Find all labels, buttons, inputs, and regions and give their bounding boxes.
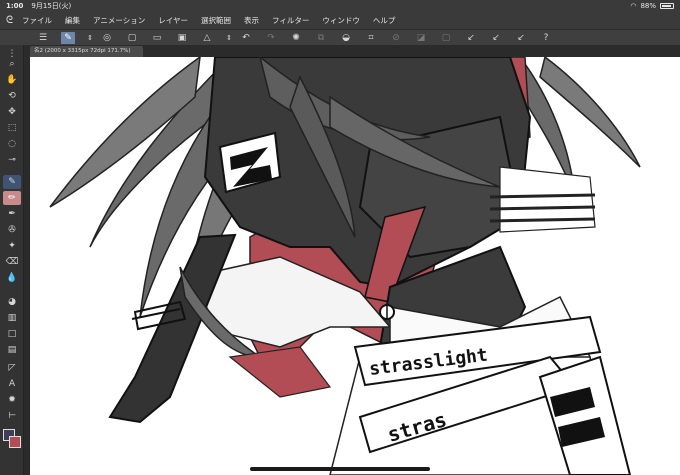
ipad-status-bar: 1:00 9月15日(火) ◠ 88%: [0, 0, 680, 12]
pen-tool-icon[interactable]: ✎: [3, 175, 21, 189]
help-icon[interactable]: ?: [539, 32, 553, 44]
pencil-tool-icon[interactable]: ✏: [3, 191, 21, 205]
menu-layer[interactable]: レイヤー: [158, 15, 188, 26]
text-tool-icon[interactable]: A: [3, 377, 21, 391]
new-file-icon[interactable]: ▢: [125, 32, 139, 44]
clip-studio-screen: 1:00 9月15日(火) ◠ 88% ᘓ ファイル 編集 アニメーション レイ…: [0, 0, 680, 475]
open-folder-icon[interactable]: ▭: [150, 32, 164, 44]
copy-icon[interactable]: ⧉: [314, 32, 328, 44]
transform-icon[interactable]: ⌗: [364, 32, 378, 44]
menu-filter[interactable]: フィルター: [272, 15, 309, 26]
view-mode-icon[interactable]: ◎: [100, 32, 114, 44]
loading-icon[interactable]: ✺: [289, 32, 303, 44]
move-tool-icon[interactable]: ✥: [3, 105, 21, 119]
drawing-canvas[interactable]: strasslight stras: [30, 57, 680, 475]
menu-window[interactable]: ウィンドウ: [322, 15, 360, 26]
selection-tool-icon[interactable]: ⬚: [3, 121, 21, 135]
menu-help[interactable]: ヘルプ: [373, 15, 396, 26]
clip-studio-logo-icon[interactable]: ᘓ: [6, 15, 22, 26]
hamburger-menu-icon[interactable]: ☰: [36, 32, 50, 44]
color-swatches[interactable]: [3, 429, 21, 449]
balloon-tool-icon[interactable]: ◸: [3, 361, 21, 375]
status-date: 9月15日(火): [31, 2, 72, 10]
home-indicator[interactable]: [250, 467, 430, 471]
battery-percent: 88%: [640, 2, 656, 10]
hand-tool-icon[interactable]: ✋: [3, 73, 21, 87]
gradient-tool-icon[interactable]: ▥: [3, 311, 21, 325]
airbrush-tool-icon[interactable]: ✇: [3, 223, 21, 237]
menu-selection[interactable]: 選択範囲: [201, 15, 231, 26]
zoom-tool-icon[interactable]: ⌕: [3, 57, 21, 71]
clear-selection-icon[interactable]: ⊘: [389, 32, 403, 44]
figure-tool-icon[interactable]: □: [3, 327, 21, 341]
fill-icon[interactable]: ◒: [339, 32, 353, 44]
tool-palette: ⋮ ⌕ ✋ ⟲ ✥ ⬚ ◌ ⊸ ✎ ✏ ✒ ✇ ✦ ⌫ 💧 ◕ ▥ □ ▤ ◸ …: [0, 45, 24, 475]
battery-icon: [660, 3, 674, 9]
fill-tool-icon[interactable]: ◕: [3, 295, 21, 309]
wifi-icon: ◠: [630, 2, 637, 10]
frame-tool-icon[interactable]: ▤: [3, 343, 21, 357]
undo-icon[interactable]: ↶: [239, 32, 253, 44]
command-bar: ☰ ✎ ⇕ ◎ ▢ ▭ ▣ △ ⇕ ↶ ↷ ✺ ⧉ ◒ ⌗ ⊘ ◪ ▢ ↙ ↙ …: [0, 29, 680, 45]
menu-file[interactable]: ファイル: [22, 15, 52, 26]
crop-icon[interactable]: ▢: [439, 32, 453, 44]
document-tab[interactable]: 名2 (2000 x 3315px 72dpi 171.7%): [30, 46, 143, 57]
correct-line-tool-icon[interactable]: ✹: [3, 393, 21, 407]
blend-tool-icon[interactable]: 💧: [3, 271, 21, 285]
stabilizer-pen-icon[interactable]: ↙: [514, 32, 528, 44]
status-time: 1:00: [6, 2, 24, 10]
edit-mode-icon[interactable]: ✎: [61, 31, 75, 44]
menu-edit[interactable]: 編集: [65, 15, 80, 26]
export-icon[interactable]: △: [200, 32, 214, 44]
invert-selection-icon[interactable]: ◪: [414, 32, 428, 44]
lasso-tool-icon[interactable]: ◌: [3, 137, 21, 151]
export-updown-icon[interactable]: ⇕: [225, 32, 233, 44]
menu-view[interactable]: 表示: [244, 15, 259, 26]
menu-bar: ᘓ ファイル 編集 アニメーション レイヤー 選択範囲 表示 フィルター ウィン…: [0, 12, 680, 29]
brush-tool-icon[interactable]: ✒: [3, 207, 21, 221]
status-right: ◠ 88%: [630, 2, 674, 10]
eyedropper-tool-icon[interactable]: ⊸: [3, 153, 21, 167]
switch-updown-icon[interactable]: ⇕: [86, 32, 94, 44]
artwork-illustration: strasslight stras: [49, 57, 641, 475]
sub-color-swatch[interactable]: [9, 436, 21, 448]
operation-tool-icon[interactable]: ⟲: [3, 89, 21, 103]
ruler-tool-icon[interactable]: ⊢: [3, 409, 21, 423]
eraser-tool-icon[interactable]: ⌫: [3, 255, 21, 269]
ruler-pen-icon[interactable]: ↙: [464, 32, 478, 44]
menu-animation[interactable]: アニメーション: [93, 15, 145, 26]
decoration-tool-icon[interactable]: ✦: [3, 239, 21, 253]
correction-pen-icon[interactable]: ↙: [489, 32, 503, 44]
redo-icon[interactable]: ↷: [264, 32, 278, 44]
save-icon[interactable]: ▣: [175, 32, 189, 44]
